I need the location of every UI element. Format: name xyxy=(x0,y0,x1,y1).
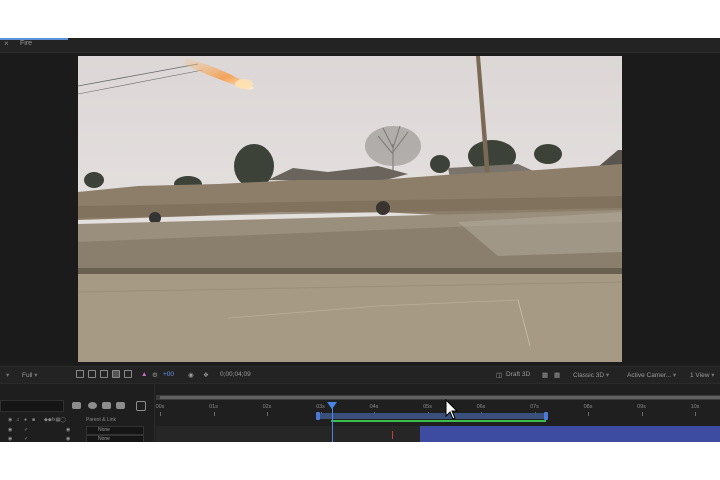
mouse-cursor-icon xyxy=(445,399,459,420)
ruler-label: 02s xyxy=(262,404,272,410)
column-header-row: ◉ ♫ ● ■ ◆◆fx▦◯ Parent & Link xyxy=(0,416,154,424)
active-tab-indicator xyxy=(0,38,68,40)
parent-dropdown[interactable] xyxy=(86,426,144,435)
after-effects-window: × Fire ▾ Full ▾ ▲ ⚙ +00 ◉ ❖ 0;00;04;09 ◫… xyxy=(0,38,720,442)
ruler-tick xyxy=(160,412,161,416)
layer-switch-icon[interactable]: ✓ xyxy=(24,427,28,433)
ruler-label: 00s xyxy=(155,404,165,410)
extended-viewer-icon[interactable]: ▦ xyxy=(554,371,560,379)
transparency-grid-icon[interactable] xyxy=(112,370,120,378)
comp-mini-flowchart-icon[interactable] xyxy=(72,402,81,409)
layer-outline-panel: ◉ ♫ ● ■ ◆◆fx▦◯ Parent & Link ◉ ✓ ◉ None … xyxy=(0,384,155,442)
ruler-tick xyxy=(641,412,643,416)
search-input[interactable] xyxy=(0,400,64,412)
preview-range-bar[interactable] xyxy=(316,412,548,420)
mask-icon[interactable] xyxy=(100,370,108,378)
parent-dropdown[interactable] xyxy=(86,435,144,442)
ruler-label: 06s xyxy=(476,404,486,410)
eye-icon[interactable]: ◉ xyxy=(8,436,12,442)
ruler-label: 09s xyxy=(637,404,646,410)
ruler-tick xyxy=(267,412,268,416)
ruler-tick xyxy=(588,412,589,416)
layer-switch-icon[interactable]: ✓ xyxy=(24,436,28,442)
ruler-label: 07s xyxy=(530,404,539,410)
composition-frame[interactable] xyxy=(78,56,622,362)
frame-blending-icon[interactable] xyxy=(116,402,125,409)
graph-editor-icon[interactable] xyxy=(136,401,146,411)
motion-path-line xyxy=(331,420,546,422)
3d-ground-plane-icon[interactable]: ▦ xyxy=(542,371,548,379)
draft-3d-toggle[interactable]: Draft 3D xyxy=(506,371,530,378)
toggle-view-icon[interactable] xyxy=(76,370,84,378)
eye-icon[interactable]: ◉ xyxy=(8,427,12,433)
current-time-indicator-handle[interactable] xyxy=(327,402,337,409)
parent-dropdown-value: None xyxy=(98,427,110,433)
ruler-label: 03s xyxy=(316,404,325,410)
viewer-toolbar: Full ▲ ⚙ +00 ◉ ❖ 0;00;04;09 ◫ Draft 3D ▦… xyxy=(0,366,720,384)
ruler-label: 01s xyxy=(209,404,218,410)
renderer-dropdown[interactable]: Classic 3D xyxy=(573,371,609,379)
draft3d-icon[interactable] xyxy=(88,402,97,409)
ruler-label: 10s xyxy=(690,404,700,410)
draft3d-icon[interactable]: ◫ xyxy=(496,371,502,379)
parent-dropdown-value: None xyxy=(98,436,110,442)
parent-link-header: Parent & Link xyxy=(86,417,117,423)
work-area-bar[interactable] xyxy=(160,396,720,399)
color-icon[interactable]: ▲ xyxy=(141,371,147,378)
region-of-interest-icon[interactable] xyxy=(124,370,132,378)
composition-tab-fire[interactable]: Fire xyxy=(20,40,32,47)
grid-icon[interactable] xyxy=(88,370,96,378)
solo-icon[interactable]: ● xyxy=(24,417,27,423)
composition-viewer[interactable] xyxy=(0,53,720,365)
close-icon[interactable]: × xyxy=(4,39,9,48)
layer-duration-bar-empty xyxy=(156,426,420,442)
3d-layer-icon[interactable]: ◉ xyxy=(66,427,70,433)
ruler-tick xyxy=(213,412,215,416)
layer-row[interactable]: ◉ ✓ ◉ None xyxy=(0,426,154,435)
shy-layers-icon[interactable] xyxy=(102,402,111,409)
current-time-display[interactable]: 0;00;04;09 xyxy=(220,371,251,378)
snapshot-icon[interactable]: ◉ xyxy=(188,371,194,379)
layer-row[interactable]: ◉ ✓ ◉ None xyxy=(0,435,154,442)
ruler-label: 04s xyxy=(369,404,379,410)
view-layout-dropdown[interactable]: 1 View xyxy=(690,371,714,379)
footage-scene-image xyxy=(78,56,622,362)
eye-icon[interactable]: ◉ xyxy=(8,417,12,423)
3d-layer-icon[interactable]: ◉ xyxy=(66,436,70,442)
active-camera-dropdown[interactable]: Active Camer... xyxy=(627,371,676,379)
exposure-icon[interactable]: ⚙ xyxy=(152,371,158,379)
composition-tab-bar: × Fire xyxy=(0,38,720,53)
layer-duration-bar[interactable] xyxy=(420,426,720,442)
ruler-tick xyxy=(695,412,696,416)
resolution-dropdown[interactable]: Full xyxy=(22,371,38,379)
magnification-dropdown[interactable] xyxy=(6,371,9,379)
audio-icon[interactable]: ♫ xyxy=(16,417,20,423)
lock-icon[interactable]: ■ xyxy=(32,417,35,423)
exposure-value[interactable]: +00 xyxy=(163,371,174,378)
color-picker-icon[interactable]: ❖ xyxy=(203,371,209,379)
switches-icons: ◆◆fx▦◯ xyxy=(44,417,66,423)
ruler-label: 08s xyxy=(583,404,593,410)
ruler-label: 05s xyxy=(423,404,432,410)
marker xyxy=(392,431,393,439)
timeline-panel: ◉ ♫ ● ■ ◆◆fx▦◯ Parent & Link ◉ ✓ ◉ None … xyxy=(0,384,720,442)
